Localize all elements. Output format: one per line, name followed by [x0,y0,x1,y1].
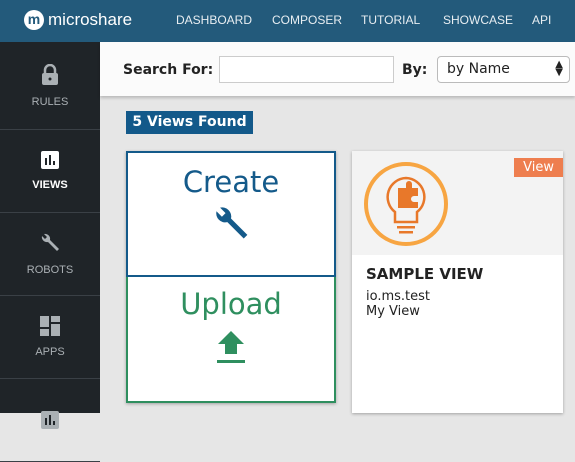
sidebar-item-views[interactable]: VIEWS [0,130,100,213]
sidebar-item-apps[interactable]: APPS [0,296,100,379]
nav-tutorial[interactable]: TUTORIAL [361,13,420,27]
view-title: SAMPLE VIEW [366,265,484,283]
search-input[interactable] [219,56,394,83]
lightbulb-puzzle-icon [364,162,448,246]
dashboard-icon [40,316,60,336]
nav-api[interactable]: API [532,13,551,27]
sidebar-item-label: APPS [35,346,65,358]
bar-chart-icon [41,411,59,429]
by-label: By: [402,62,428,78]
sidebar: RULES VIEWS ROBOTS APPS [0,42,100,462]
view-namespace: io.ms.test [366,289,431,304]
sidebar-item-label: ROBOTS [26,264,74,276]
microshare-logo-icon: m [24,10,44,30]
brand-logo[interactable]: m microshare [24,10,132,30]
brand-name: microshare [48,10,133,29]
search-bar: Search For: By: by Name ▲ ▼ [100,42,575,96]
nav-composer[interactable]: COMPOSER [272,13,342,27]
search-label: Search For: [123,62,214,78]
create-upload-card: Create Upload [126,151,336,403]
view-description: My View [366,304,420,319]
sort-by-value: by Name [447,61,510,77]
view-badge[interactable]: View [514,158,563,177]
select-arrows-icon: ▲ ▼ [555,59,563,78]
sidebar-item-more[interactable] [0,379,100,462]
bar-chart-icon [41,151,59,169]
upload-label: Upload [180,287,282,321]
lock-icon [42,63,58,85]
sidebar-item-robots[interactable]: ROBOTS [0,213,100,296]
results-count-badge: 5 Views Found [126,111,253,134]
create-button[interactable]: Create [126,151,336,277]
create-label: Create [182,165,280,199]
wrench-icon [216,207,248,239]
view-thumbnail: View [352,151,563,255]
view-card[interactable]: View SAMPLE VIEW io.ms.test My View [352,151,563,413]
upload-button[interactable]: Upload [126,277,336,403]
top-navbar: m microshare DASHBOARD COMPOSER TUTORIAL … [0,0,575,42]
upload-icon [217,331,245,363]
nav-dashboard[interactable]: DASHBOARD [176,13,252,27]
sidebar-item-label: VIEWS [32,179,68,191]
sidebar-item-rules[interactable]: RULES [0,42,100,130]
sidebar-item-label: RULES [31,95,69,108]
wrench-icon [41,233,59,251]
nav-showcase[interactable]: SHOWCASE [443,13,513,27]
sort-by-select[interactable]: by Name ▲ ▼ [437,56,570,83]
